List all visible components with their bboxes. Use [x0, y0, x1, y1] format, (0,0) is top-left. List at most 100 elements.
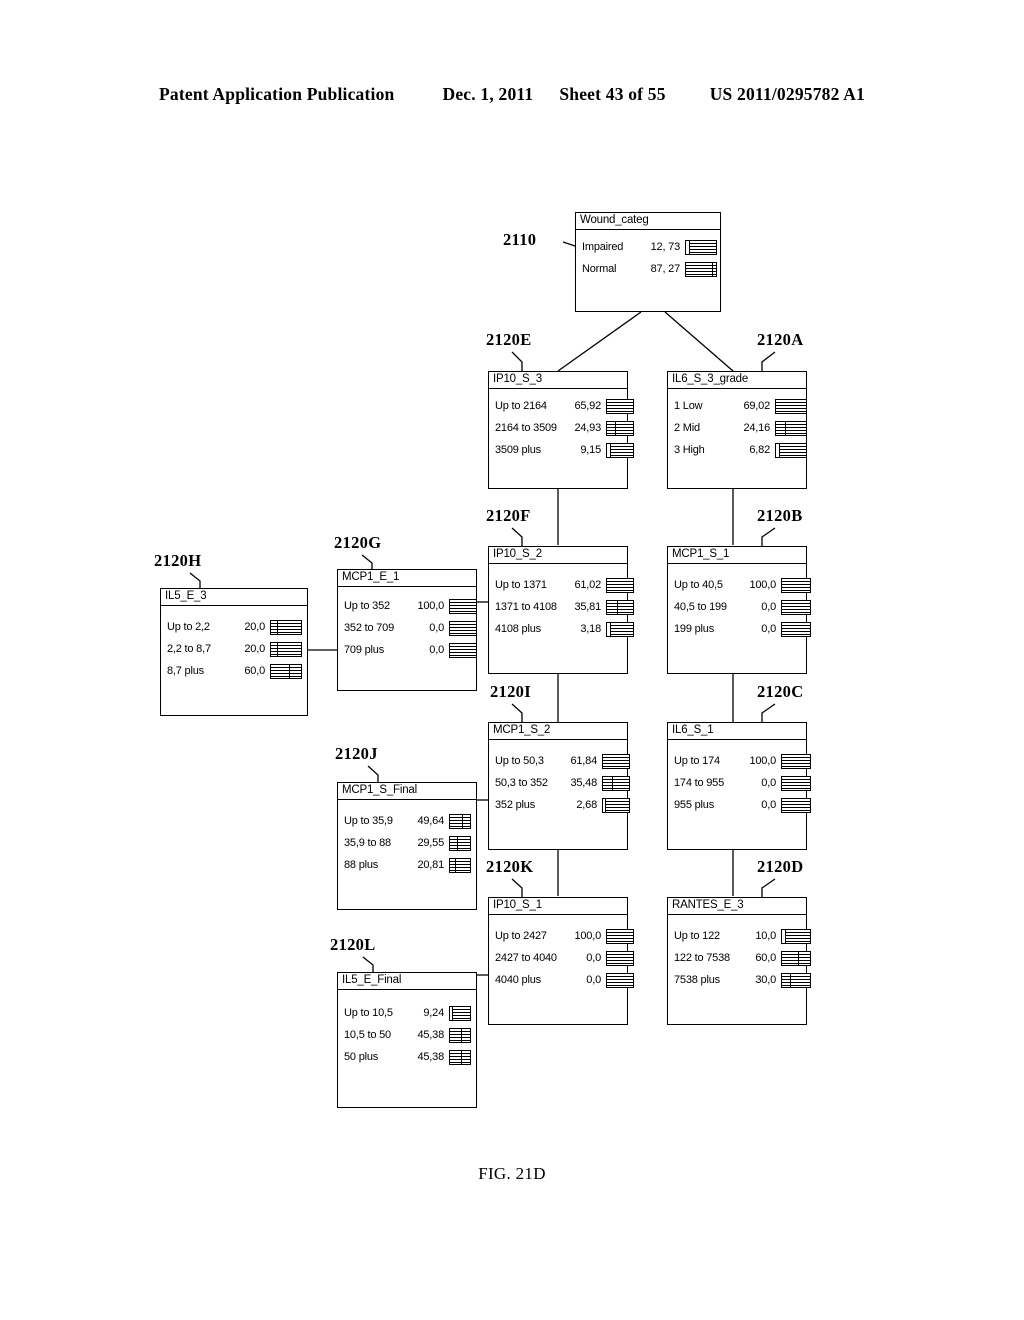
- row-state: Up to 122: [674, 930, 720, 942]
- node-row: 50,3 to 352 35,48: [495, 772, 630, 794]
- row-state: Up to 40,5: [674, 579, 723, 591]
- node-row: Up to 10,5 9,24: [344, 1002, 472, 1024]
- figure-caption: FIG. 21D: [478, 1164, 546, 1183]
- row-bar: [449, 642, 477, 658]
- row-state: Up to 2427: [495, 930, 547, 942]
- node-title: IL5_E_3: [161, 589, 307, 606]
- row-state: 3509 plus: [495, 444, 541, 456]
- node-wound-categ[interactable]: Wound_categ Impaired 12, 73 Normal 87, 2…: [575, 212, 721, 312]
- node-row: 2 Mid 24,16: [674, 417, 807, 439]
- row-state: 955 plus: [674, 799, 714, 811]
- row-bar: [606, 442, 634, 458]
- node-row: 88 plus 20,81: [344, 854, 472, 876]
- row-percent: 35,81: [574, 601, 601, 613]
- row-bar: [449, 857, 472, 873]
- node-il6-s-1[interactable]: IL6_S_1 Up to 174 100,0 174 to 955 0,0 9…: [667, 722, 811, 850]
- row-bar: [602, 797, 630, 813]
- row-percent: 0,0: [586, 952, 601, 964]
- row-state: Up to 174: [674, 755, 720, 767]
- node-body: Up to 174 100,0 174 to 955 0,0 955 plus …: [668, 740, 811, 822]
- row-percent: 0,0: [761, 601, 776, 613]
- node-row: 199 plus 0,0: [674, 618, 811, 640]
- node-row: 4040 plus 0,0: [495, 969, 634, 991]
- row-bar: [775, 398, 807, 414]
- node-body: Up to 2427 100,0 2427 to 4040 0,0 4040 p…: [489, 915, 634, 997]
- row-percent: 100,0: [749, 579, 776, 591]
- node-row: Normal 87, 27: [582, 258, 717, 280]
- row-state: Up to 1371: [495, 579, 547, 591]
- node-title: IL6_S_3_grade: [668, 372, 806, 389]
- row-percent: 45,38: [417, 1029, 444, 1041]
- ref-label-2120I: 2120I: [490, 682, 531, 701]
- row-bar: [449, 598, 477, 614]
- row-bar: [606, 420, 634, 436]
- node-row: 3 High 6,82: [674, 439, 807, 461]
- node-mcp1-e-1[interactable]: MCP1_E_1 Up to 352 100,0 352 to 709 0,0 …: [337, 569, 477, 691]
- row-state: 2427 to 4040: [495, 952, 557, 964]
- row-percent: 24,16: [743, 422, 770, 434]
- row-bar: [270, 641, 303, 657]
- row-state: 2 Mid: [674, 422, 700, 434]
- node-mcp1-s-final[interactable]: MCP1_S_Final Up to 35,9 49,64 35,9 to 88…: [337, 782, 477, 910]
- node-body: Up to 122 10,0 122 to 7538 60,0 7538 plu…: [668, 915, 811, 997]
- node-row: 709 plus 0,0: [344, 639, 477, 661]
- node-row: 352 to 709 0,0: [344, 617, 477, 639]
- row-state: 174 to 955: [674, 777, 724, 789]
- row-state: 1371 to 4108: [495, 601, 557, 613]
- row-state: Normal: [582, 263, 617, 275]
- row-state: 352 to 709: [344, 622, 394, 634]
- page-header: Patent Application Publication Dec. 1, 2…: [0, 84, 1024, 105]
- row-state: Up to 2164: [495, 400, 547, 412]
- row-percent: 87, 27: [650, 263, 681, 275]
- node-title: Wound_categ: [576, 213, 720, 230]
- node-ip10-s-3[interactable]: IP10_S_3 Up to 2164 65,92 2164 to 3509 2…: [488, 371, 634, 489]
- row-bar: [781, 599, 811, 615]
- ref-label-2120F: 2120F: [486, 506, 531, 525]
- node-row: 50 plus 45,38: [344, 1046, 472, 1068]
- row-state: 35,9 to 88: [344, 837, 391, 849]
- row-bar: [606, 950, 634, 966]
- node-ip10-s-1[interactable]: IP10_S_1 Up to 2427 100,0 2427 to 4040 0…: [488, 897, 634, 1025]
- row-state: 122 to 7538: [674, 952, 730, 964]
- row-state: 709 plus: [344, 644, 384, 656]
- node-il5-e-3[interactable]: IL5_E_3 Up to 2,2 20,0 2,2 to 8,7 20,0 8…: [160, 588, 308, 716]
- node-row: 1371 to 4108 35,81: [495, 596, 634, 618]
- ref-label-2120L: 2120L: [330, 935, 376, 954]
- row-state: 7538 plus: [674, 974, 720, 986]
- row-percent: 61,02: [574, 579, 601, 591]
- row-percent: 100,0: [749, 755, 776, 767]
- header-patent-number: US 2011/0295782 A1: [709, 84, 865, 104]
- node-row: 3509 plus 9,15: [495, 439, 634, 461]
- ref-label-2120C: 2120C: [757, 682, 804, 701]
- node-mcp1-s-2[interactable]: MCP1_S_2 Up to 50,3 61,84 50,3 to 352 35…: [488, 722, 630, 850]
- node-body: 1 Low 69,02 2 Mid 24,16 3 High 6,82: [668, 389, 807, 467]
- row-state: 2164 to 3509: [495, 422, 557, 434]
- ref-label-2120G: 2120G: [334, 533, 382, 552]
- node-ip10-s-2[interactable]: IP10_S_2 Up to 1371 61,02 1371 to 4108 3…: [488, 546, 634, 674]
- row-bar: [606, 577, 634, 593]
- row-state: 8,7 plus: [167, 665, 204, 677]
- node-row: 352 plus 2,68: [495, 794, 630, 816]
- node-row: Up to 40,5 100,0: [674, 574, 811, 596]
- row-bar: [781, 577, 811, 593]
- node-rantes-e-3[interactable]: RANTES_E_3 Up to 122 10,0 122 to 7538 60…: [667, 897, 811, 1025]
- node-row: Up to 35,9 49,64: [344, 810, 472, 832]
- node-title: IP10_S_2: [489, 547, 627, 564]
- row-state: 4040 plus: [495, 974, 541, 986]
- row-percent: 0,0: [429, 622, 444, 634]
- row-percent: 20,0: [244, 621, 265, 633]
- node-row: 122 to 7538 60,0: [674, 947, 811, 969]
- row-percent: 9,15: [580, 444, 601, 456]
- node-title: MCP1_S_1: [668, 547, 806, 564]
- node-title: MCP1_S_Final: [338, 783, 476, 800]
- row-bar: [606, 621, 634, 637]
- node-il5-e-final[interactable]: IL5_E_Final Up to 10,5 9,24 10,5 to 50 4…: [337, 972, 477, 1108]
- node-il6-s-3-grade[interactable]: IL6_S_3_grade 1 Low 69,02 2 Mid 24,16 3 …: [667, 371, 807, 489]
- node-body: Up to 352 100,0 352 to 709 0,0 709 plus …: [338, 587, 477, 667]
- row-bar: [449, 813, 472, 829]
- node-row: Up to 352 100,0: [344, 595, 477, 617]
- row-state: 40,5 to 199: [674, 601, 727, 613]
- header-publication: Patent Application Publication: [159, 84, 395, 104]
- row-state: 199 plus: [674, 623, 714, 635]
- node-mcp1-s-1[interactable]: MCP1_S_1 Up to 40,5 100,0 40,5 to 199 0,…: [667, 546, 811, 674]
